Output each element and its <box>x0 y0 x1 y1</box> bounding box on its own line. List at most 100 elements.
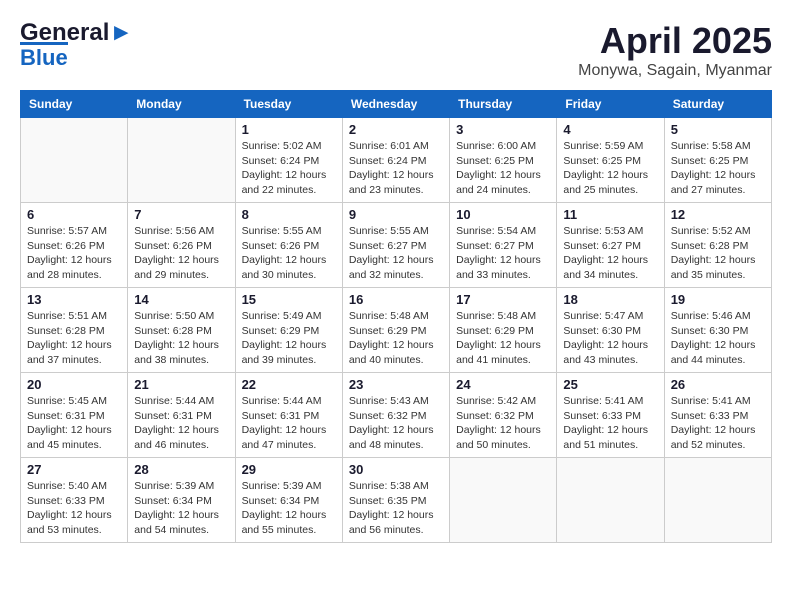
day-info: Sunrise: 5:55 AMSunset: 6:26 PMDaylight:… <box>242 224 336 283</box>
day-info: Sunrise: 5:43 AMSunset: 6:32 PMDaylight:… <box>349 394 443 453</box>
day-info: Sunrise: 5:54 AMSunset: 6:27 PMDaylight:… <box>456 224 550 283</box>
month-title: April 2025 <box>578 20 772 62</box>
day-number: 26 <box>671 377 765 392</box>
table-row: 19 Sunrise: 5:46 AMSunset: 6:30 PMDayligh… <box>664 288 771 373</box>
day-number: 25 <box>563 377 657 392</box>
day-number: 11 <box>563 207 657 222</box>
table-row: 13 Sunrise: 5:51 AMSunset: 6:28 PMDayligh… <box>21 288 128 373</box>
day-info: Sunrise: 6:00 AMSunset: 6:25 PMDaylight:… <box>456 139 550 198</box>
table-row: 10 Sunrise: 5:54 AMSunset: 6:27 PMDayligh… <box>450 203 557 288</box>
day-info: Sunrise: 5:44 AMSunset: 6:31 PMDaylight:… <box>134 394 228 453</box>
table-row: 2 Sunrise: 6:01 AMSunset: 6:24 PMDaylight… <box>342 118 449 203</box>
day-info: Sunrise: 5:44 AMSunset: 6:31 PMDaylight:… <box>242 394 336 453</box>
table-row: 9 Sunrise: 5:55 AMSunset: 6:27 PMDaylight… <box>342 203 449 288</box>
day-info: Sunrise: 5:47 AMSunset: 6:30 PMDaylight:… <box>563 309 657 368</box>
table-row: 22 Sunrise: 5:44 AMSunset: 6:31 PMDayligh… <box>235 373 342 458</box>
table-row: 18Sunrise: 5:47 AMSunset: 6:30 PMDayligh… <box>557 288 664 373</box>
table-row: 15 Sunrise: 5:49 AMSunset: 6:29 PMDayligh… <box>235 288 342 373</box>
header-thursday: Thursday <box>450 91 557 118</box>
calendar-week-row: 20 Sunrise: 5:45 AMSunset: 6:31 PMDayligh… <box>21 373 772 458</box>
day-number: 13 <box>27 292 121 307</box>
table-row: 23 Sunrise: 5:43 AMSunset: 6:32 PMDayligh… <box>342 373 449 458</box>
day-number: 30 <box>349 462 443 477</box>
table-row <box>128 118 235 203</box>
table-row <box>664 458 771 543</box>
table-row: 25 Sunrise: 5:41 AMSunset: 6:33 PMDayligh… <box>557 373 664 458</box>
day-info: Sunrise: 5:38 AMSunset: 6:35 PMDaylight:… <box>349 479 443 538</box>
day-info: Sunrise: 6:01 AMSunset: 6:24 PMDaylight:… <box>349 139 443 198</box>
calendar-week-row: 13 Sunrise: 5:51 AMSunset: 6:28 PMDayligh… <box>21 288 772 373</box>
table-row: 24Sunrise: 5:42 AMSunset: 6:32 PMDayligh… <box>450 373 557 458</box>
day-info: Sunrise: 5:53 AMSunset: 6:27 PMDaylight:… <box>563 224 657 283</box>
day-number: 14 <box>134 292 228 307</box>
table-row: 26 Sunrise: 5:41 AMSunset: 6:33 PMDayligh… <box>664 373 771 458</box>
day-info: Sunrise: 5:52 AMSunset: 6:28 PMDaylight:… <box>671 224 765 283</box>
day-info: Sunrise: 5:56 AMSunset: 6:26 PMDaylight:… <box>134 224 228 283</box>
header-wednesday: Wednesday <box>342 91 449 118</box>
day-number: 29 <box>242 462 336 477</box>
table-row: 1 Sunrise: 5:02 AMSunset: 6:24 PMDaylight… <box>235 118 342 203</box>
day-info: Sunrise: 5:02 AMSunset: 6:24 PMDaylight:… <box>242 139 336 198</box>
day-number: 5 <box>671 122 765 137</box>
day-number: 4 <box>563 122 657 137</box>
day-info: Sunrise: 5:39 AMSunset: 6:34 PMDaylight:… <box>134 479 228 538</box>
day-info: Sunrise: 5:41 AMSunset: 6:33 PMDaylight:… <box>563 394 657 453</box>
day-number: 23 <box>349 377 443 392</box>
day-number: 16 <box>349 292 443 307</box>
day-number: 12 <box>671 207 765 222</box>
table-row: 6Sunrise: 5:57 AMSunset: 6:26 PMDaylight… <box>21 203 128 288</box>
header-tuesday: Tuesday <box>235 91 342 118</box>
calendar-week-row: 6Sunrise: 5:57 AMSunset: 6:26 PMDaylight… <box>21 203 772 288</box>
table-row: 5 Sunrise: 5:58 AMSunset: 6:25 PMDaylight… <box>664 118 771 203</box>
table-row: 28 Sunrise: 5:39 AMSunset: 6:34 PMDayligh… <box>128 458 235 543</box>
day-info: Sunrise: 5:58 AMSunset: 6:25 PMDaylight:… <box>671 139 765 198</box>
day-number: 28 <box>134 462 228 477</box>
day-number: 17 <box>456 292 550 307</box>
day-info: Sunrise: 5:51 AMSunset: 6:28 PMDaylight:… <box>27 309 121 368</box>
day-number: 10 <box>456 207 550 222</box>
day-info: Sunrise: 5:40 AMSunset: 6:33 PMDaylight:… <box>27 479 121 538</box>
day-number: 7 <box>134 207 228 222</box>
day-number: 19 <box>671 292 765 307</box>
day-number: 8 <box>242 207 336 222</box>
calendar-week-row: 1 Sunrise: 5:02 AMSunset: 6:24 PMDaylight… <box>21 118 772 203</box>
day-number: 15 <box>242 292 336 307</box>
day-info: Sunrise: 5:39 AMSunset: 6:34 PMDaylight:… <box>242 479 336 538</box>
day-number: 22 <box>242 377 336 392</box>
day-info: Sunrise: 5:45 AMSunset: 6:31 PMDaylight:… <box>27 394 121 453</box>
day-info: Sunrise: 5:50 AMSunset: 6:28 PMDaylight:… <box>134 309 228 368</box>
table-row: 30 Sunrise: 5:38 AMSunset: 6:35 PMDayligh… <box>342 458 449 543</box>
day-info: Sunrise: 5:59 AMSunset: 6:25 PMDaylight:… <box>563 139 657 198</box>
day-info: Sunrise: 5:41 AMSunset: 6:33 PMDaylight:… <box>671 394 765 453</box>
table-row: 7 Sunrise: 5:56 AMSunset: 6:26 PMDaylight… <box>128 203 235 288</box>
day-info: Sunrise: 5:57 AMSunset: 6:26 PMDaylight:… <box>27 224 121 283</box>
table-row <box>21 118 128 203</box>
logo: General► Blue <box>20 20 133 71</box>
day-info: Sunrise: 5:55 AMSunset: 6:27 PMDaylight:… <box>349 224 443 283</box>
header-sunday: Sunday <box>21 91 128 118</box>
day-number: 2 <box>349 122 443 137</box>
day-number: 1 <box>242 122 336 137</box>
calendar-header-row: Sunday Monday Tuesday Wednesday Thursday… <box>21 91 772 118</box>
table-row: 11 Sunrise: 5:53 AMSunset: 6:27 PMDayligh… <box>557 203 664 288</box>
day-info: Sunrise: 5:48 AMSunset: 6:29 PMDaylight:… <box>349 309 443 368</box>
location-subtitle: Monywa, Sagain, Myanmar <box>578 62 772 80</box>
header-saturday: Saturday <box>664 91 771 118</box>
table-row: 16 Sunrise: 5:48 AMSunset: 6:29 PMDayligh… <box>342 288 449 373</box>
title-area: April 2025 Monywa, Sagain, Myanmar <box>578 20 772 80</box>
day-number: 3 <box>456 122 550 137</box>
table-row: 20 Sunrise: 5:45 AMSunset: 6:31 PMDayligh… <box>21 373 128 458</box>
calendar-table: Sunday Monday Tuesday Wednesday Thursday… <box>20 90 772 543</box>
day-number: 9 <box>349 207 443 222</box>
table-row: 14 Sunrise: 5:50 AMSunset: 6:28 PMDayligh… <box>128 288 235 373</box>
day-info: Sunrise: 5:46 AMSunset: 6:30 PMDaylight:… <box>671 309 765 368</box>
table-row: 17Sunrise: 5:48 AMSunset: 6:29 PMDayligh… <box>450 288 557 373</box>
header-monday: Monday <box>128 91 235 118</box>
table-row: 8 Sunrise: 5:55 AMSunset: 6:26 PMDaylight… <box>235 203 342 288</box>
day-number: 20 <box>27 377 121 392</box>
table-row <box>557 458 664 543</box>
day-info: Sunrise: 5:49 AMSunset: 6:29 PMDaylight:… <box>242 309 336 368</box>
table-row <box>450 458 557 543</box>
day-number: 21 <box>134 377 228 392</box>
table-row: 27Sunrise: 5:40 AMSunset: 6:33 PMDayligh… <box>21 458 128 543</box>
